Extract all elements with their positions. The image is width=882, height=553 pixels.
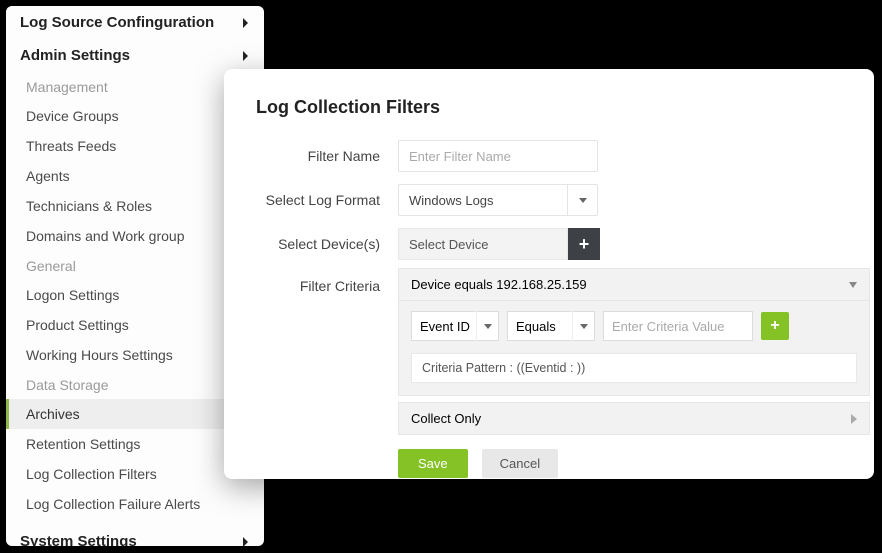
- filter-name-input[interactable]: [398, 140, 598, 172]
- add-criteria-button[interactable]: +: [761, 312, 789, 340]
- chevron-down-icon: [849, 282, 857, 288]
- chevron-down-icon: [572, 311, 594, 341]
- criteria-field-select[interactable]: Event ID: [411, 311, 499, 341]
- criteria-value-input[interactable]: [603, 311, 753, 341]
- sidebar-top-log-source[interactable]: Log Source Confinguration: [6, 6, 264, 39]
- plus-icon: +: [579, 234, 590, 255]
- sidebar-item-log-collection-failure-alerts[interactable]: Log Collection Failure Alerts: [6, 489, 264, 519]
- sidebar-top-admin[interactable]: Admin Settings: [6, 39, 264, 72]
- devices-select[interactable]: Select Device: [398, 228, 568, 260]
- devices-label: Select Device(s): [256, 236, 398, 252]
- caret-right-icon: [243, 18, 248, 28]
- criteria-field-value: Event ID: [420, 319, 470, 334]
- sidebar-bottom-label: System Settings: [20, 533, 137, 546]
- chevron-right-icon: [851, 414, 857, 424]
- criteria-op-select[interactable]: Equals: [507, 311, 595, 341]
- caret-right-icon: [243, 537, 248, 547]
- sidebar-bottom-system-settings[interactable]: System Settings: [6, 519, 264, 546]
- criteria-label: Filter Criteria: [256, 272, 398, 294]
- criteria-accordion-body: Event ID Equals + Criteria Pattern : ((E…: [398, 301, 870, 396]
- caret-right-icon: [243, 51, 248, 61]
- panel-title: Log Collection Filters: [256, 97, 852, 118]
- add-device-button[interactable]: +: [568, 228, 600, 260]
- collect-only-row[interactable]: Collect Only: [398, 402, 870, 435]
- cancel-button[interactable]: Cancel: [482, 449, 558, 478]
- main-panel: Log Collection Filters Filter Name Selec…: [224, 69, 874, 479]
- save-button[interactable]: Save: [398, 449, 468, 478]
- log-format-label: Select Log Format: [256, 192, 398, 208]
- filter-name-label: Filter Name: [256, 148, 398, 164]
- criteria-op-value: Equals: [516, 319, 556, 334]
- chevron-down-icon: [476, 311, 498, 341]
- plus-icon: +: [770, 317, 779, 335]
- log-format-select[interactable]: Windows Logs: [398, 184, 598, 216]
- collect-only-label: Collect Only: [411, 411, 481, 426]
- criteria-pattern-display: Criteria Pattern : ((Eventid : )): [411, 353, 857, 383]
- log-format-value: Windows Logs: [409, 193, 494, 208]
- chevron-down-icon: [567, 184, 597, 216]
- criteria-accordion-header[interactable]: Device equals 192.168.25.159: [398, 268, 870, 301]
- sidebar-top-label: Log Source Confinguration: [20, 14, 214, 31]
- criteria-accordion-title: Device equals 192.168.25.159: [411, 277, 587, 292]
- sidebar-top-label: Admin Settings: [20, 47, 130, 64]
